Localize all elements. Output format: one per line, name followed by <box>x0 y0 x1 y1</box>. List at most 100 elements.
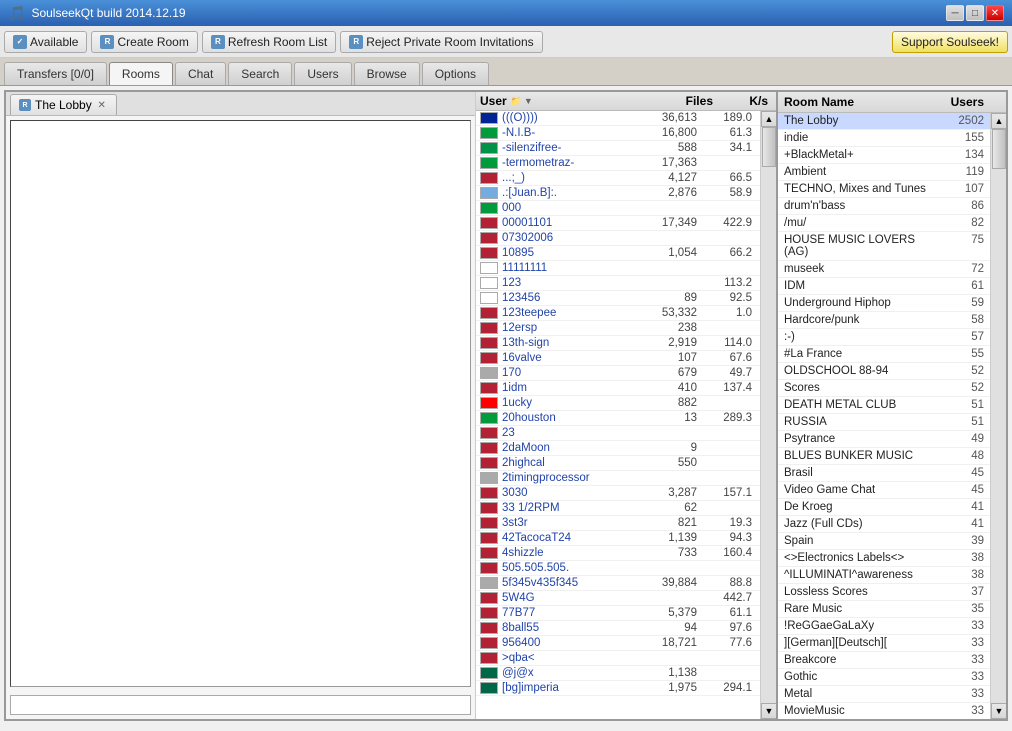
col-ks-header[interactable]: K/s <box>717 94 772 108</box>
user-row[interactable]: 10895 1,054 66.2 <box>476 246 760 261</box>
users-scroll[interactable]: (((O)))) 36,613 189.0 -N.I.B- 16,800 61.… <box>476 111 760 719</box>
room-row[interactable]: !ReGGaeGaLaXy 33 <box>778 618 990 635</box>
rooms-scrollbar-track[interactable] <box>991 129 1006 703</box>
tab-rooms[interactable]: Rooms <box>109 62 173 85</box>
room-row[interactable]: De Kroeg 41 <box>778 499 990 516</box>
create-room-button[interactable]: R Create Room <box>91 31 197 53</box>
user-row[interactable]: (((O)))) 36,613 189.0 <box>476 111 760 126</box>
tab-search[interactable]: Search <box>228 62 292 85</box>
user-row[interactable]: 123 113.2 <box>476 276 760 291</box>
room-row[interactable]: :-) 57 <box>778 329 990 346</box>
room-row[interactable]: #La France 55 <box>778 346 990 363</box>
room-row[interactable]: indie 155 <box>778 130 990 147</box>
rooms-scrollbar-thumb[interactable] <box>992 129 1006 169</box>
user-row[interactable]: 12ersp 238 <box>476 321 760 336</box>
user-row[interactable]: 13th-sign 2,919 114.0 <box>476 336 760 351</box>
scrollbar-down-button[interactable]: ▼ <box>761 703 776 719</box>
rooms-scroll[interactable]: The Lobby 2502 indie 155 +BlackMetal+ 13… <box>778 113 990 719</box>
col-files-header[interactable]: Files <box>647 94 717 108</box>
room-row[interactable]: Gothic 33 <box>778 669 990 686</box>
room-row[interactable]: Ambient 119 <box>778 164 990 181</box>
room-row[interactable]: Spain 39 <box>778 533 990 550</box>
user-row[interactable]: 000 <box>476 201 760 216</box>
tab-chat[interactable]: Chat <box>175 62 226 85</box>
user-row[interactable]: 170 679 49.7 <box>476 366 760 381</box>
col-user-header[interactable]: User 📁 ▼ <box>480 94 647 108</box>
user-row[interactable]: @j@x 1,138 <box>476 666 760 681</box>
user-row[interactable]: 5W4G 442.7 <box>476 591 760 606</box>
room-row[interactable]: Hardcore/punk 58 <box>778 312 990 329</box>
user-row[interactable]: 11111111 <box>476 261 760 276</box>
refresh-room-list-button[interactable]: R Refresh Room List <box>202 31 336 53</box>
room-row[interactable]: ^ILLUMINATI^awareness 38 <box>778 567 990 584</box>
minimize-button[interactable]: ─ <box>946 5 964 21</box>
user-row[interactable]: -termometraz- 17,363 <box>476 156 760 171</box>
tab-transfers[interactable]: Transfers [0/0] <box>4 62 107 85</box>
tab-users[interactable]: Users <box>294 62 351 85</box>
room-row[interactable]: Metal 33 <box>778 686 990 703</box>
room-row[interactable]: The Lobby 2502 <box>778 113 990 130</box>
user-row[interactable]: 505.505.505. <box>476 561 760 576</box>
user-row[interactable]: 77B77 5,379 61.1 <box>476 606 760 621</box>
room-row[interactable]: OLDSCHOOL 88-94 52 <box>778 363 990 380</box>
room-row[interactable]: museek 72 <box>778 261 990 278</box>
room-row[interactable]: HOUSE MUSIC LOVERS (AG) 75 <box>778 232 990 261</box>
tab-options[interactable]: Options <box>422 62 489 85</box>
room-row[interactable]: Rare Music 35 <box>778 601 990 618</box>
room-row[interactable]: <>Electronics Labels<> 38 <box>778 550 990 567</box>
room-row[interactable]: ][German][Deutsch][ 33 <box>778 635 990 652</box>
user-row[interactable]: 1ucky 882 <box>476 396 760 411</box>
scrollbar-track[interactable] <box>761 127 776 703</box>
user-row[interactable]: 3st3r 821 19.3 <box>476 516 760 531</box>
user-row[interactable]: -N.I.B- 16,800 61.3 <box>476 126 760 141</box>
room-row[interactable]: Lossless Scores 37 <box>778 584 990 601</box>
user-row[interactable]: 3030 3,287 157.1 <box>476 486 760 501</box>
chat-input[interactable] <box>10 695 471 715</box>
available-button[interactable]: ✓ Available <box>4 31 87 53</box>
users-scrollbar[interactable]: ▲ ▼ <box>760 111 776 719</box>
user-row[interactable]: 4shizzle 733 160.4 <box>476 546 760 561</box>
room-row[interactable]: Psytrance 49 <box>778 431 990 448</box>
room-row[interactable]: +BlackMetal+ 134 <box>778 147 990 164</box>
user-row[interactable]: 8ball55 94 97.6 <box>476 621 760 636</box>
close-button[interactable]: ✕ <box>986 5 1004 21</box>
user-row[interactable]: 16valve 107 67.6 <box>476 351 760 366</box>
user-row[interactable]: 956400 18,721 77.6 <box>476 636 760 651</box>
room-row[interactable]: IDM 61 <box>778 278 990 295</box>
user-row[interactable]: 00001101 17,349 422.9 <box>476 216 760 231</box>
room-row[interactable]: DEATH METAL CLUB 51 <box>778 397 990 414</box>
user-row[interactable]: 2daMoon 9 <box>476 441 760 456</box>
room-row[interactable]: /mu/ 82 <box>778 215 990 232</box>
user-row[interactable]: [bg]imperia 1,975 294.1 <box>476 681 760 696</box>
room-row[interactable]: Breakcore 33 <box>778 652 990 669</box>
rooms-scrollbar-down[interactable]: ▼ <box>991 703 1006 719</box>
room-row[interactable]: RUSSIA 51 <box>778 414 990 431</box>
rooms-scrollbar-up[interactable]: ▲ <box>991 113 1006 129</box>
user-row[interactable]: 123456 89 92.5 <box>476 291 760 306</box>
room-row[interactable]: Underground Hiphop 59 <box>778 295 990 312</box>
room-row[interactable]: drum'n'bass 86 <box>778 198 990 215</box>
room-row[interactable]: Video Game Chat 45 <box>778 482 990 499</box>
user-row[interactable]: 2timingprocessor <box>476 471 760 486</box>
user-row[interactable]: 1idm 410 137.4 <box>476 381 760 396</box>
user-row[interactable]: 42TacocaT24 1,139 94.3 <box>476 531 760 546</box>
close-tab-button[interactable]: ✕ <box>96 99 108 111</box>
lobby-tab[interactable]: R The Lobby ✕ <box>10 94 117 115</box>
tab-browse[interactable]: Browse <box>354 62 420 85</box>
chat-messages[interactable] <box>10 120 471 687</box>
user-row[interactable]: .:[Juan.B]:. 2,876 58.9 <box>476 186 760 201</box>
room-row[interactable]: MovieMusic 33 <box>778 703 990 719</box>
user-row[interactable]: 123teepee 53,332 1.0 <box>476 306 760 321</box>
support-button[interactable]: Support Soulseek! <box>892 31 1008 53</box>
user-row[interactable]: 20houston 13 289.3 <box>476 411 760 426</box>
room-row[interactable]: TECHNO, Mixes and Tunes 107 <box>778 181 990 198</box>
maximize-button[interactable]: □ <box>966 5 984 21</box>
scrollbar-thumb[interactable] <box>762 127 776 167</box>
user-row[interactable]: 5f345v435f345 39,884 88.8 <box>476 576 760 591</box>
scrollbar-up-button[interactable]: ▲ <box>761 111 776 127</box>
room-row[interactable]: Scores 52 <box>778 380 990 397</box>
room-row[interactable]: BLUES BUNKER MUSIC 48 <box>778 448 990 465</box>
room-row[interactable]: Jazz (Full CDs) 41 <box>778 516 990 533</box>
user-row[interactable]: -silenzifree- 588 34.1 <box>476 141 760 156</box>
user-row[interactable]: 07302006 <box>476 231 760 246</box>
